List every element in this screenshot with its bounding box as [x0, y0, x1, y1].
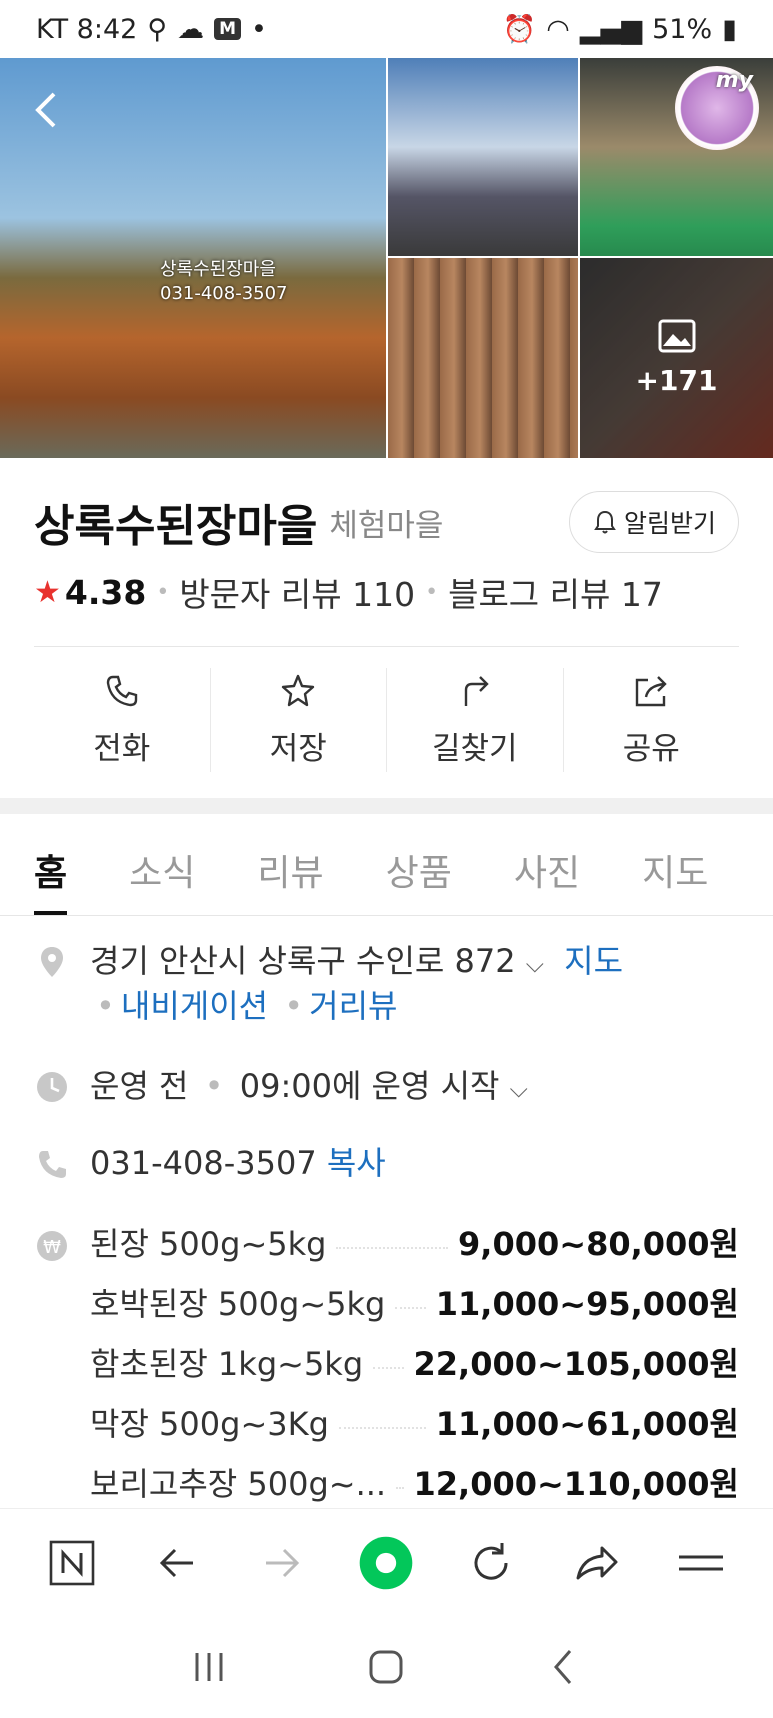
star-filled-icon: ★	[34, 574, 61, 610]
address-row: 경기 안산시 상록구 수인로 872 ⌵ 지도 • 내비게이션 • 거리뷰	[34, 940, 739, 1027]
alarm-button[interactable]: 알림받기	[568, 491, 739, 553]
menu-section: ₩ 된장 500g~5kg 9,000~80,000원 호박된장 500g~5kg…	[34, 1212, 739, 1512]
arrow-left-icon	[159, 1548, 194, 1577]
photo-meju[interactable]	[388, 258, 578, 458]
directions-label: 길찾기	[431, 731, 518, 767]
photo-jars[interactable]	[388, 58, 578, 256]
arrow-right-icon	[265, 1548, 299, 1577]
hours-status: 운영 전	[90, 1067, 189, 1105]
copy-button[interactable]: 복사	[327, 1144, 386, 1182]
green-home-button[interactable]	[358, 1535, 414, 1591]
share-label: 공유	[622, 731, 680, 767]
photo-shop-interior[interactable]: my	[580, 58, 773, 256]
call-button[interactable]: 전화	[34, 668, 211, 772]
rating-row: ★ 4.38 • 방문자 리뷰 110 • 블로그 리뷰 17	[34, 568, 663, 616]
cloud-icon: ☁	[177, 13, 205, 45]
divider	[34, 646, 739, 647]
status-time: KT 8:42	[36, 13, 138, 45]
signal-icon: ▂▄▆	[579, 13, 643, 45]
svg-text:₩: ₩	[43, 1237, 61, 1258]
browser-toolbar	[0, 1508, 773, 1616]
tab-products[interactable]: 상품	[386, 814, 452, 915]
phone-icon	[106, 675, 137, 707]
home-icon[interactable]	[366, 1647, 406, 1687]
photo-sign: 상록수된장마을 031-408-3507	[160, 259, 288, 304]
back-nav-button[interactable]	[149, 1535, 205, 1591]
link-icon: ⚲	[147, 13, 168, 45]
naver-n-icon	[50, 1540, 95, 1585]
tab-home[interactable]: 홈	[34, 814, 68, 915]
naver-home-button[interactable]	[44, 1535, 100, 1591]
back-button[interactable]	[28, 90, 68, 130]
my-badge: my	[675, 66, 759, 150]
section-separator	[0, 798, 773, 814]
menu-button[interactable]	[673, 1535, 729, 1591]
image-icon	[658, 319, 695, 353]
dot-icon: •	[251, 13, 267, 45]
location-pin-icon	[41, 947, 63, 977]
phone-small-icon	[39, 1151, 66, 1178]
menu-item: 함초된장 1kg~5kg 22,000~105,000원	[90, 1345, 739, 1383]
call-label: 전화	[93, 731, 151, 767]
status-bar: KT 8:42 ⚲ ☁ M • ⏰ ◠ ▂▄▆ 51% ▮	[0, 0, 773, 58]
blog-reviews-link[interactable]: 블로그 리뷰 17	[448, 568, 663, 616]
back-icon[interactable]	[544, 1647, 584, 1687]
m-badge-icon: M	[214, 18, 242, 40]
battery-icon: ▮	[722, 13, 737, 45]
refresh-button[interactable]	[463, 1535, 519, 1591]
share-arrow-icon	[576, 1546, 618, 1579]
menu-item: 된장 500g~5kg 9,000~80,000원	[90, 1225, 739, 1263]
chevron-down-icon[interactable]: ⌵	[526, 950, 544, 978]
alarm-label: 알림받기	[623, 509, 716, 538]
more-photos-count: +171	[635, 364, 718, 397]
rating-score: 4.38	[64, 572, 147, 612]
hours-row[interactable]: 운영 전 • 09:00에 운영 시작 ⌵	[34, 1065, 739, 1110]
green-dot-icon	[360, 1536, 413, 1589]
tab-map[interactable]: 지도	[642, 814, 708, 915]
wifi-icon: ◠	[546, 13, 570, 45]
place-category: 체험마을	[329, 507, 444, 544]
tab-photos[interactable]: 사진	[514, 814, 580, 915]
chevron-down-icon[interactable]: ⌵	[510, 1075, 528, 1103]
share-icon	[636, 676, 667, 707]
map-link[interactable]: 지도	[564, 942, 623, 980]
alarm-icon: ⏰	[502, 14, 537, 45]
street-view-link[interactable]: 거리뷰	[309, 987, 397, 1025]
refresh-icon	[474, 1542, 508, 1580]
place-info: 경기 안산시 상록구 수인로 872 ⌵ 지도 • 내비게이션 • 거리뷰 운영 전…	[34, 940, 739, 1512]
share-button[interactable]: 공유	[564, 668, 740, 772]
bell-plus-icon	[594, 510, 616, 534]
place-header: 상록수된장마을 체험마을 알림받기	[34, 490, 739, 554]
menu-item: 보리고추장 500g~... 12,000~110,000원	[90, 1465, 739, 1503]
share-page-button[interactable]	[568, 1535, 624, 1591]
forward-nav-button[interactable]	[254, 1535, 310, 1591]
phone-row: 031-408-3507 복사	[34, 1142, 739, 1184]
tab-reviews[interactable]: 리뷰	[257, 814, 323, 915]
tab-bar: 홈 소식 리뷰 상품 사진 지도	[0, 814, 773, 916]
system-navigation	[0, 1616, 773, 1718]
directions-icon	[464, 676, 489, 706]
place-name: 상록수된장마을	[34, 501, 318, 552]
tab-news[interactable]: 소식	[129, 814, 195, 915]
menu-item: 호박된장 500g~5kg 11,000~95,000원	[90, 1285, 739, 1323]
photo-gallery: 상록수된장마을 031-408-3507 my +171	[0, 58, 773, 458]
menu-item: 막장 500g~3Kg 11,000~61,000원	[90, 1405, 739, 1443]
recent-apps-icon[interactable]	[189, 1647, 229, 1687]
address-text[interactable]: 경기 안산시 상록구 수인로 872	[90, 942, 516, 980]
save-button[interactable]: 저장	[211, 668, 387, 772]
navigation-link[interactable]: 내비게이션	[121, 987, 268, 1025]
save-label: 저장	[269, 731, 327, 767]
chevron-left-icon	[35, 92, 56, 128]
photo-more[interactable]: +171	[580, 258, 773, 458]
won-icon: ₩	[37, 1231, 67, 1261]
visitor-reviews-link[interactable]: 방문자 리뷰 110	[179, 568, 415, 616]
action-bar: 전화 저장 길찾기 공유	[34, 668, 739, 772]
hamburger-icon	[678, 1555, 723, 1570]
battery-level: 51%	[652, 13, 713, 45]
directions-button[interactable]: 길찾기	[387, 668, 564, 772]
star-icon	[282, 674, 315, 707]
phone-number[interactable]: 031-408-3507	[90, 1144, 317, 1182]
hours-detail: 09:00에 운영 시작	[239, 1067, 500, 1105]
clock-icon	[37, 1072, 67, 1102]
